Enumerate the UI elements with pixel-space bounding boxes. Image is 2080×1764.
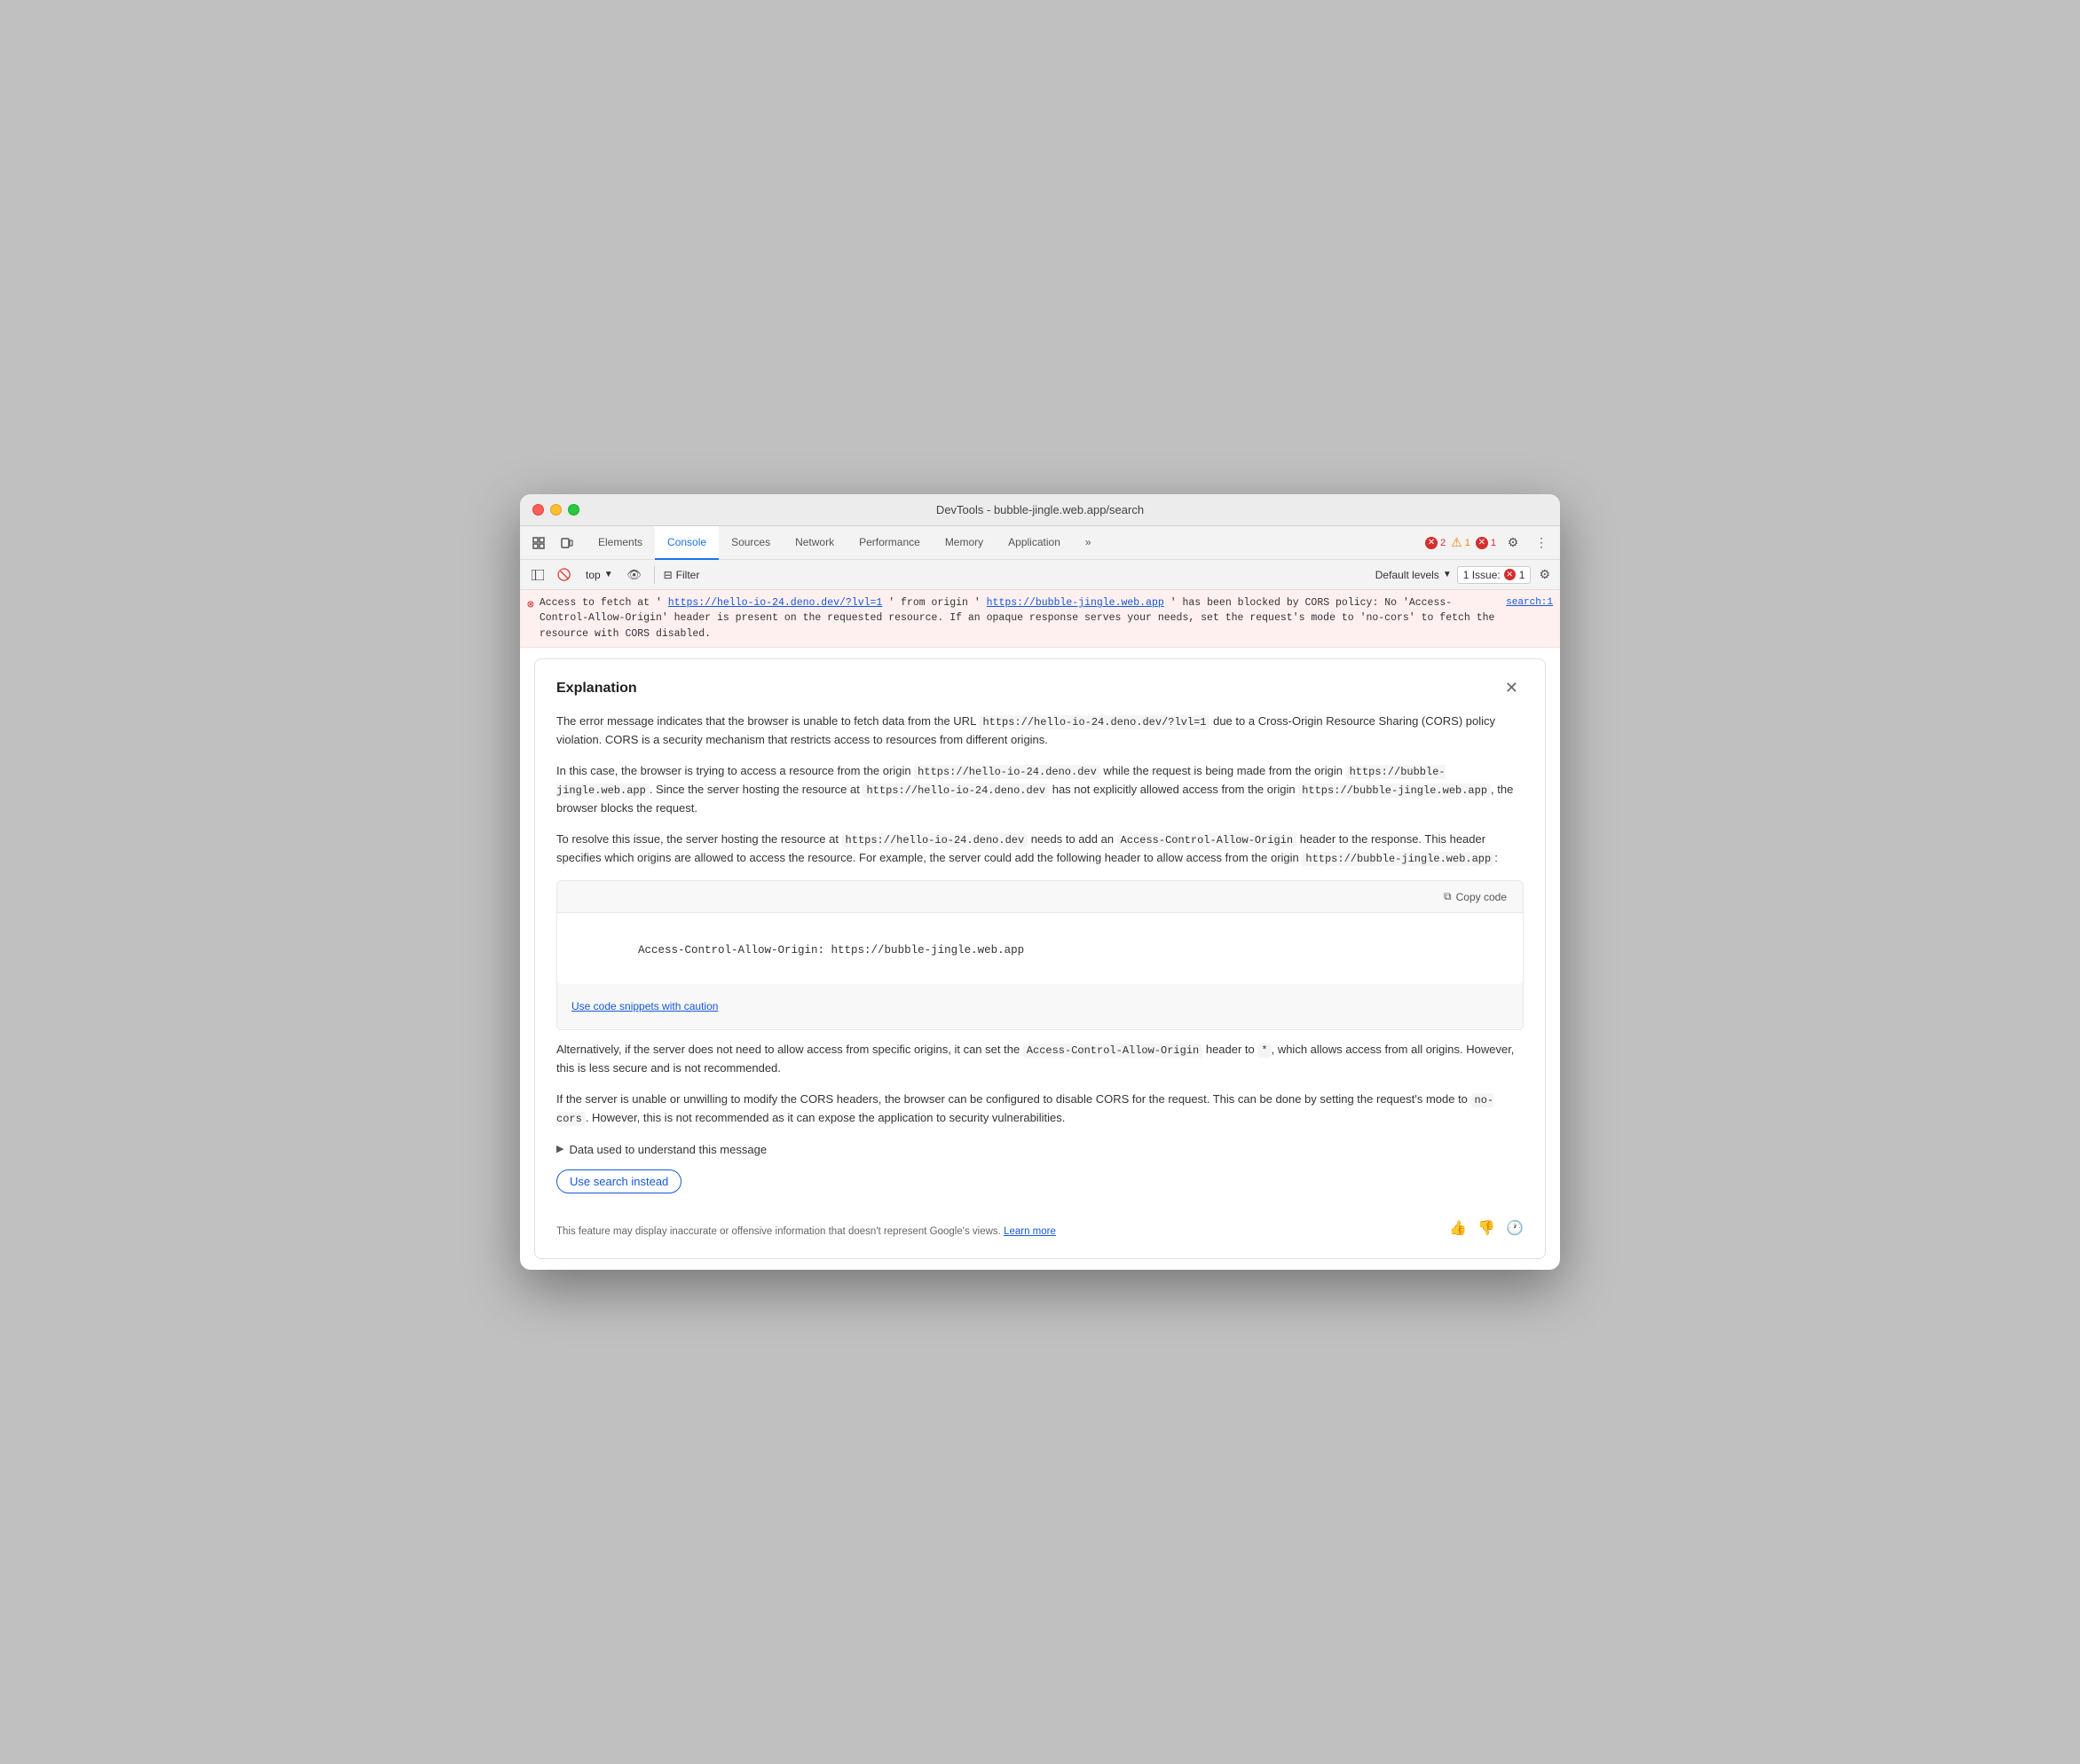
titlebar: DevTools - bubble-jingle.web.app/search	[520, 494, 1560, 526]
more-options-icon[interactable]: ⋮	[1530, 532, 1553, 555]
copy-icon: ⧉	[1444, 890, 1452, 903]
info-icon: ✕	[1476, 537, 1488, 549]
error-badge[interactable]: ✕ 2	[1425, 537, 1446, 549]
explanation-header: Explanation ✕	[556, 677, 1524, 700]
tabs-right-area: ✕ 2 ⚠ 1 ✕ 1 ⚙ ⋮	[1425, 532, 1553, 555]
learn-more-link[interactable]: Learn more	[1004, 1226, 1056, 1237]
disclaimer-text: This feature may display inaccurate or o…	[556, 1224, 1056, 1240]
tab-elements[interactable]: Elements	[586, 526, 655, 560]
thumbs-up-icon[interactable]: 👍	[1449, 1217, 1467, 1240]
chevron-down-icon: ▼	[604, 570, 613, 579]
tab-application[interactable]: Application	[996, 526, 1073, 560]
window-title: DevTools - bubble-jingle.web.app/search	[936, 503, 1144, 516]
explanation-para-2: In this case, the browser is trying to a…	[556, 762, 1524, 818]
clear-console-icon[interactable]: 🚫	[554, 564, 575, 586]
data-used-section[interactable]: ▶ Data used to understand this message	[556, 1141, 1524, 1160]
chevron-down-icon: ▼	[1443, 570, 1452, 579]
divider	[654, 566, 655, 584]
close-explanation-button[interactable]: ✕	[1500, 677, 1524, 699]
traffic-lights	[532, 504, 579, 516]
info-badge[interactable]: ✕ 1	[1476, 537, 1496, 549]
report-icon[interactable]: 🕐	[1506, 1217, 1524, 1240]
caution-link[interactable]: Use code snippets with caution	[571, 998, 1509, 1015]
error-source-link[interactable]: search:1	[1506, 595, 1553, 610]
code-block-toolbar: ⧉ Copy code	[557, 881, 1523, 912]
settings-icon[interactable]: ⚙	[1501, 532, 1525, 555]
tab-icon-area	[527, 532, 579, 555]
warn-badge[interactable]: ⚠ 1	[1451, 535, 1470, 550]
sidebar-toggle-icon[interactable]	[527, 564, 548, 586]
explanation-para-3: To resolve this issue, the server hostin…	[556, 831, 1524, 868]
explanation-para-4: Alternatively, if the server does not ne…	[556, 1041, 1524, 1078]
explanation-para-5: If the server is unable or unwilling to …	[556, 1091, 1524, 1128]
issue-icon: ✕	[1504, 569, 1516, 580]
filter-area[interactable]: ⊟ Filter	[664, 569, 700, 581]
minimize-button[interactable]	[550, 504, 562, 516]
error-row: ⊗ Access to fetch at ' https://hello-io-…	[520, 590, 1560, 648]
fetch-url-link[interactable]: https://hello-io-24.deno.dev/?lvl=1	[668, 597, 883, 609]
error-icon: ✕	[1425, 537, 1438, 549]
origin-url-link[interactable]: https://bubble-jingle.web.app	[987, 597, 1164, 609]
explanation-footer: This feature may display inaccurate or o…	[556, 1217, 1524, 1240]
inspect-icon[interactable]	[527, 532, 550, 555]
thumbs-down-icon[interactable]: 👎	[1477, 1217, 1495, 1240]
copy-code-button[interactable]: ⧉ Copy code	[1437, 886, 1514, 907]
error-message-text: Access to fetch at ' https://hello-io-24…	[540, 595, 1501, 642]
code-block-wrapper: ⧉ Copy code Access-Control-Allow-Origin:…	[556, 880, 1524, 1030]
tab-memory[interactable]: Memory	[933, 526, 996, 560]
tab-console[interactable]: Console	[655, 526, 719, 560]
explanation-title: Explanation	[556, 677, 637, 700]
issue-badge[interactable]: 1 Issue: ✕ 1	[1457, 566, 1532, 584]
maximize-button[interactable]	[568, 504, 579, 516]
console-settings-icon[interactable]: ⚙	[1536, 564, 1553, 585]
tab-more[interactable]: »	[1073, 526, 1104, 560]
tab-performance[interactable]: Performance	[847, 526, 933, 560]
filter-icon: ⊟	[664, 569, 673, 581]
error-circle-icon: ⊗	[527, 596, 534, 614]
feedback-icons: 👍 👎 🕐	[1449, 1217, 1524, 1240]
explanation-box: Explanation ✕ The error message indicate…	[534, 658, 1546, 1259]
tab-network[interactable]: Network	[783, 526, 847, 560]
close-button[interactable]	[532, 504, 544, 516]
explanation-para-1: The error message indicates that the bro…	[556, 713, 1524, 750]
use-search-button[interactable]: Use search instead	[556, 1169, 682, 1193]
console-toolbar: 🚫 top ▼ 👁 ⊟ Filter Default levels ▼ 1 Is…	[520, 560, 1560, 590]
eye-icon[interactable]: 👁	[624, 564, 645, 586]
device-icon[interactable]	[555, 532, 579, 555]
tab-sources[interactable]: Sources	[719, 526, 783, 560]
tabs-bar: Elements Console Sources Network Perform…	[520, 526, 1560, 560]
devtools-window: DevTools - bubble-jingle.web.app/search	[520, 494, 1560, 1270]
levels-selector[interactable]: Default levels ▼	[1375, 569, 1452, 581]
triangle-right-icon: ▶	[556, 1142, 563, 1158]
code-snippet: Access-Control-Allow-Origin: https://bub…	[557, 912, 1523, 984]
tabs-list: Elements Console Sources Network Perform…	[586, 526, 1425, 560]
console-content: ⊗ Access to fetch at ' https://hello-io-…	[520, 590, 1560, 1259]
context-selector[interactable]: top ▼	[580, 567, 618, 583]
